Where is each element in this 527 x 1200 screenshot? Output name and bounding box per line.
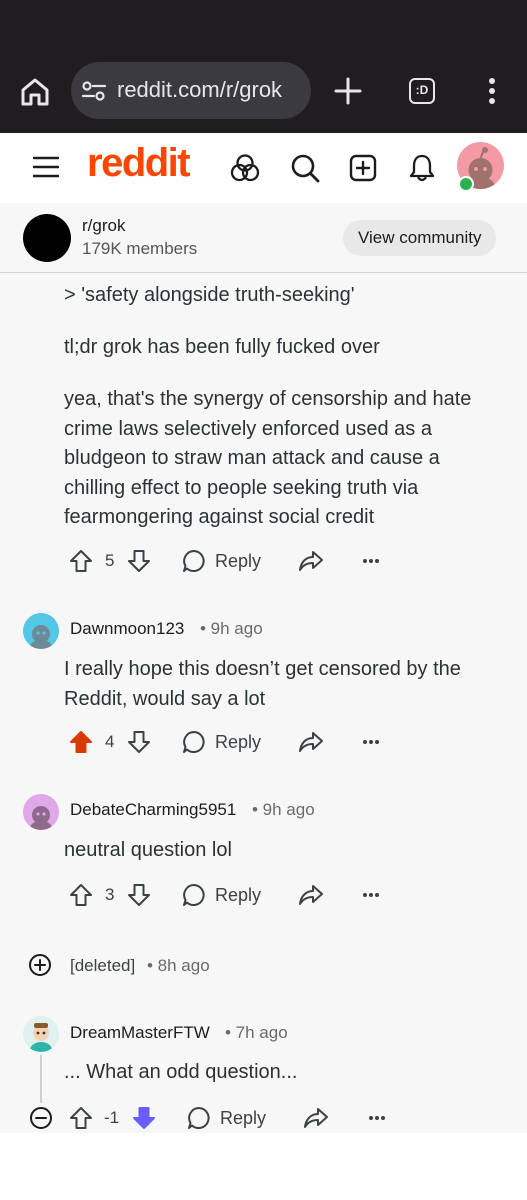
comment-actions: 3 Reply — [68, 878, 428, 912]
reply-button[interactable]: Reply — [181, 878, 261, 912]
online-status-dot — [458, 176, 474, 192]
upvote-icon[interactable] — [68, 544, 94, 578]
reply-bubble-icon — [183, 884, 205, 906]
collapse-thread-icon[interactable] — [29, 1106, 53, 1130]
search-icon[interactable] — [290, 153, 320, 183]
comment-username[interactable]: DebateCharming5951 — [70, 800, 236, 820]
downvote-icon[interactable] — [126, 878, 152, 912]
upvote-icon[interactable] — [68, 878, 94, 912]
comment-paragraph: tl;dr grok has been fully fucked over — [64, 336, 380, 358]
community-bar: r/grok 179K members View community — [0, 203, 527, 273]
avatar[interactable] — [23, 794, 59, 830]
more-options-icon[interactable] — [368, 1101, 386, 1133]
vote-score: -1 — [104, 1108, 120, 1127]
site-settings-icon[interactable] — [81, 78, 107, 104]
comment-username: [deleted] — [70, 956, 136, 975]
reply-bubble-icon — [183, 550, 205, 572]
comment-quote-text: > 'safety alongside truth-seeking' — [64, 284, 355, 306]
upvote-active-icon[interactable] — [68, 725, 94, 759]
reply-bubble-icon — [188, 1107, 210, 1129]
reddit-logo[interactable]: reddit — [87, 141, 191, 186]
community-name[interactable]: r/grok — [82, 216, 125, 236]
comment-text: ... What an odd question... — [64, 1061, 298, 1083]
thread-line[interactable] — [40, 1055, 42, 1103]
avatar[interactable] — [23, 1016, 59, 1052]
vote-score: 3 — [105, 885, 115, 904]
share-icon[interactable] — [298, 544, 324, 578]
community-member-count: 179K members — [82, 239, 198, 258]
vote-score: 4 — [105, 732, 115, 751]
comment-timestamp: • 7h ago — [225, 1023, 288, 1042]
comment-paragraph: yea, that's the synergy of censorship an… — [64, 388, 472, 528]
popular-icon[interactable] — [230, 153, 260, 183]
comment-timestamp: • 8h ago — [147, 956, 210, 975]
reply-label[interactable]: Reply — [215, 732, 261, 753]
notifications-bell-icon[interactable] — [407, 153, 437, 183]
upvote-icon[interactable] — [68, 1101, 94, 1133]
reddit-header: reddit — [0, 133, 527, 203]
downvote-icon[interactable] — [126, 544, 152, 578]
share-icon[interactable] — [298, 725, 324, 759]
comment-thread: > 'safety alongside truth-seeking' tl;dr… — [0, 273, 527, 1133]
comment-actions: -1 Reply — [68, 1101, 428, 1133]
expand-thread-icon[interactable] — [28, 953, 52, 977]
comment-timestamp: • 9h ago — [200, 619, 263, 638]
downvote-active-icon[interactable] — [131, 1101, 157, 1133]
avatar[interactable] — [23, 613, 59, 649]
reply-label[interactable]: Reply — [215, 885, 261, 906]
url-text[interactable]: reddit.com/r/grok — [117, 77, 303, 103]
comment-actions: 5 Reply — [68, 544, 428, 578]
browser-toolbar: reddit.com/r/grok :D — [0, 0, 527, 133]
new-tab-plus-icon[interactable] — [333, 76, 363, 106]
reply-label[interactable]: Reply — [220, 1108, 266, 1129]
comment-text: I really hope this doesn’t get censored … — [64, 658, 461, 710]
reply-button[interactable]: Reply — [181, 544, 261, 578]
downvote-icon[interactable] — [126, 725, 152, 759]
tab-switcher-button[interactable]: :D — [409, 78, 435, 104]
comment-username[interactable]: DreamMasterFTW — [70, 1023, 210, 1043]
reply-bubble-icon — [183, 731, 205, 753]
reply-label[interactable]: Reply — [215, 551, 261, 572]
view-community-button[interactable]: View community — [343, 220, 497, 256]
reply-button[interactable]: Reply — [181, 725, 261, 759]
more-options-icon[interactable] — [362, 544, 380, 578]
comment-timestamp: • 9h ago — [252, 800, 315, 819]
browser-menu-icon[interactable] — [482, 76, 502, 106]
more-options-icon[interactable] — [362, 725, 380, 759]
reply-button[interactable]: Reply — [186, 1101, 266, 1133]
share-icon[interactable] — [303, 1101, 329, 1133]
more-options-icon[interactable] — [362, 878, 380, 912]
comment-actions: 4 Reply — [68, 725, 428, 759]
community-avatar[interactable] — [23, 214, 71, 262]
home-icon[interactable] — [18, 76, 52, 108]
address-bar[interactable]: reddit.com/r/grok — [71, 62, 311, 119]
comment-text: neutral question lol — [64, 839, 232, 861]
create-post-icon[interactable] — [348, 153, 378, 183]
menu-icon[interactable] — [32, 155, 60, 179]
share-icon[interactable] — [298, 878, 324, 912]
vote-score: 5 — [105, 551, 115, 570]
comment-username[interactable]: Dawnmoon123 — [70, 619, 184, 639]
